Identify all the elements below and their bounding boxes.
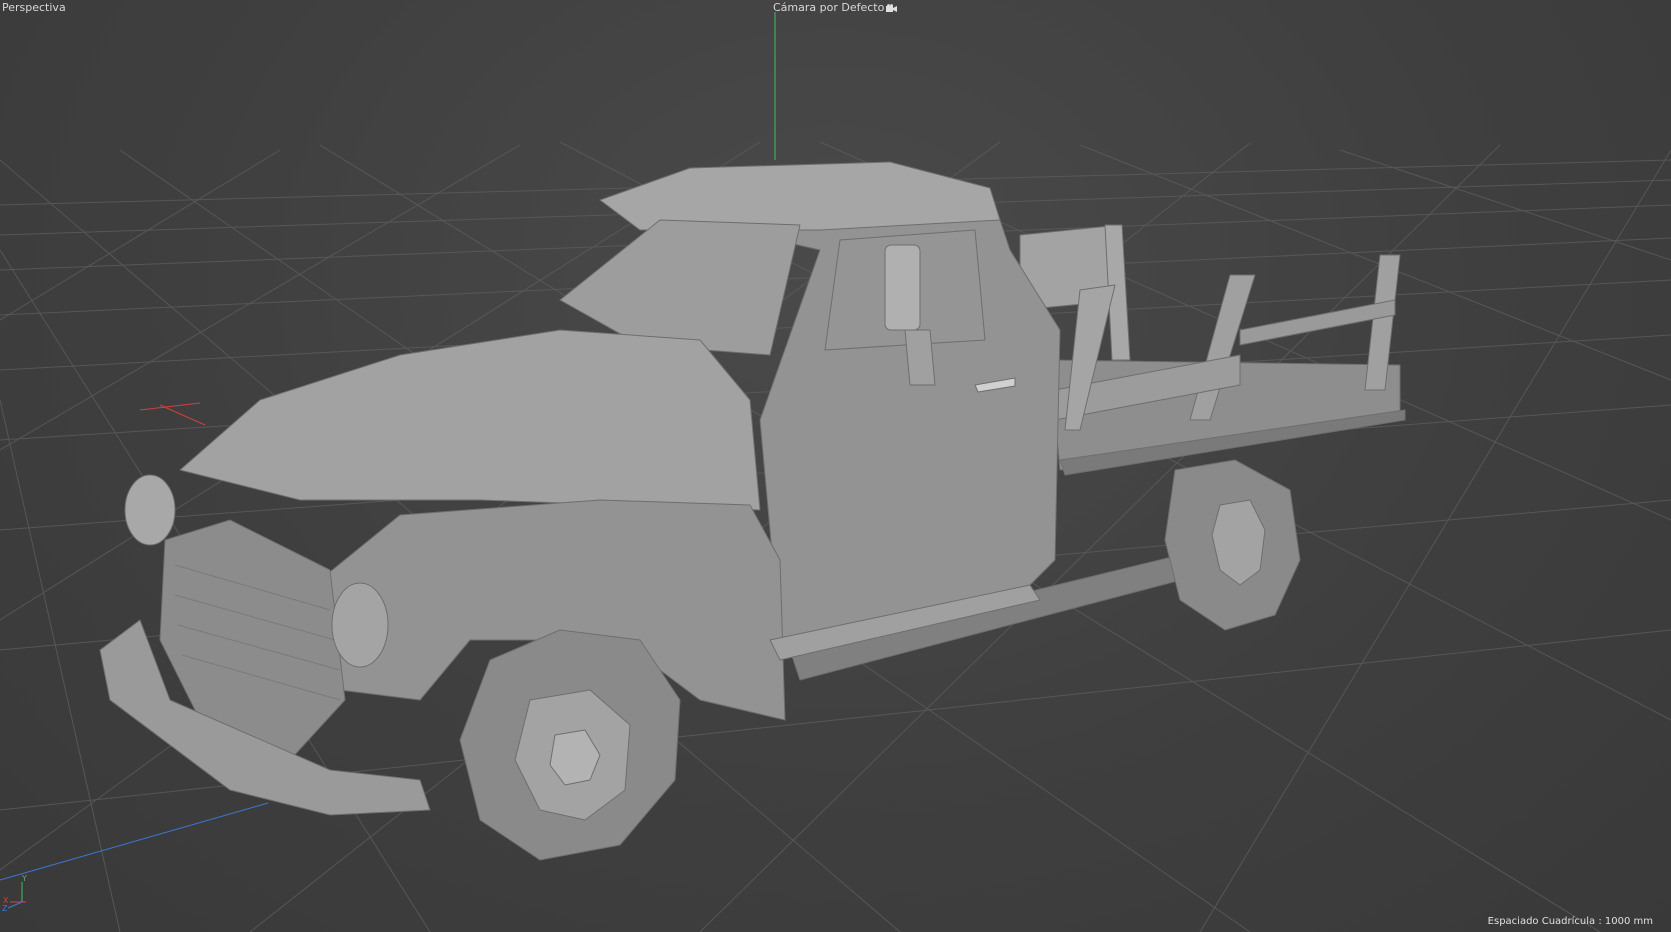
truck-model[interactable] <box>99 161 1406 861</box>
camera-icon[interactable] <box>886 3 898 12</box>
camera-menu[interactable]: Cámara por Defecto <box>771 0 899 15</box>
axis-z-label: Z <box>2 904 8 913</box>
grid-spacing-label: Espaciado Cuadrícula : 1000 mm <box>1487 916 1653 927</box>
3d-viewport[interactable]: Perspectiva Cámara por Defecto X Y Z Esp… <box>0 0 1671 932</box>
camera-name-label: Cámara por Defecto <box>773 1 885 14</box>
axis-orientation-gizmo: X Y Z <box>0 874 36 913</box>
axis-y-label: Y <box>22 874 27 883</box>
x-axis-tick <box>159 404 206 426</box>
viewport-scene <box>0 12 1671 932</box>
z-axis-line <box>0 802 269 881</box>
view-name-label[interactable]: Perspectiva <box>0 0 68 15</box>
